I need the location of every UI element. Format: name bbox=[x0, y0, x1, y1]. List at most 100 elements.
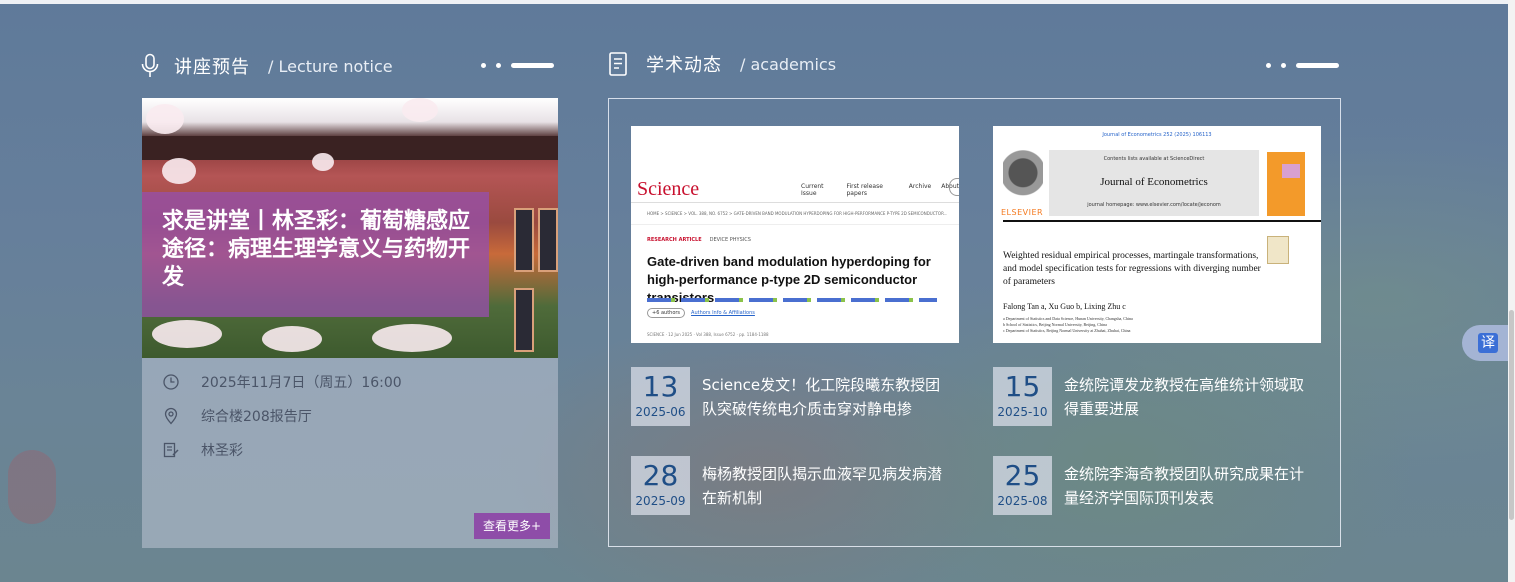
lecture-time-row: 2025年11月7日（周五）16:00 bbox=[162, 372, 402, 392]
scrollbar-thumb[interactable] bbox=[1509, 310, 1514, 520]
building-eave bbox=[142, 136, 558, 160]
journal-cover bbox=[1267, 152, 1305, 216]
science-footer: SCIENCE · 12 Jun 2025 · Vol 388, Issue 6… bbox=[647, 332, 769, 337]
clock-icon bbox=[163, 374, 179, 390]
econometrics-article-thumbnail[interactable]: Journal of Econometrics 252 (2025) 10611… bbox=[993, 126, 1321, 343]
carousel-dot[interactable] bbox=[1281, 63, 1286, 68]
news-day: 15 bbox=[1004, 370, 1041, 403]
university-seal bbox=[8, 450, 56, 524]
top-strip bbox=[0, 0, 1515, 4]
search-icon bbox=[949, 178, 959, 196]
news-date-badge: 25 2025-08 bbox=[993, 456, 1052, 515]
lecture-location-row: 综合楼208报告厅 bbox=[162, 406, 312, 426]
more-authors-button: +6 authors bbox=[647, 308, 686, 318]
news-item[interactable]: 15 2025-10 金统院谭发龙教授在高维统计领域取得重要进展 bbox=[993, 367, 1309, 426]
lecture-title-overlay: 求是讲堂丨林圣彩：葡萄糖感应途径：病理生理学意义与药物开发 bbox=[142, 192, 489, 317]
science-nav-item: Archive bbox=[908, 183, 932, 190]
news-title[interactable]: 金统院谭发龙教授在高维统计领域取得重要进展 bbox=[1064, 367, 1309, 426]
lecture-carousel-dots[interactable] bbox=[481, 63, 554, 68]
science-tag: RESEARCH ARTICLE bbox=[647, 237, 702, 243]
academics-carousel-dots[interactable] bbox=[1266, 63, 1339, 68]
academics-section-subtitle: / academics bbox=[740, 54, 837, 74]
lecture-location: 综合楼208报告厅 bbox=[201, 409, 312, 425]
news-item[interactable]: 13 2025-06 Science发文！化工院段曦东教授团队突破传统电介质击穿… bbox=[631, 367, 947, 426]
science-nav-item: First release papers bbox=[846, 183, 883, 197]
news-item[interactable]: 28 2025-09 梅杨教授团队揭示血液罕见病发病潜在新机制 bbox=[631, 456, 947, 515]
news-item[interactable]: 25 2025-08 金统院李海奇教授团队研究成果在计量经济学国际顶刊发表 bbox=[993, 456, 1309, 515]
econometrics-authors: Falong Tan a, Xu Guo b, Lixing Zhu c bbox=[1003, 302, 1126, 311]
translate-icon: 译 bbox=[1478, 333, 1498, 353]
blossom bbox=[312, 153, 334, 171]
lecture-speaker: 林圣彩 bbox=[201, 443, 243, 459]
science-tags: RESEARCH ARTICLE DEVICE PHYSICS bbox=[647, 237, 751, 243]
building-window bbox=[538, 208, 558, 272]
news-year-month: 2025-10 bbox=[997, 405, 1048, 419]
affiliation-line: c Department of Statistics, Beijing Norm… bbox=[1003, 328, 1131, 333]
news-date-badge: 13 2025-06 bbox=[631, 367, 690, 426]
lecture-section-title: 讲座预告 bbox=[174, 57, 250, 78]
news-date-badge: 28 2025-09 bbox=[631, 456, 690, 515]
news-title[interactable]: Science发文！化工院段曦东教授团队突破传统电介质击穿对静电掺 bbox=[702, 367, 947, 426]
translate-button[interactable]: 译 bbox=[1462, 325, 1508, 361]
lecture-time: 2025年11月7日（周五）16:00 bbox=[201, 375, 402, 391]
news-year-month: 2025-09 bbox=[635, 494, 686, 508]
edit-note-icon bbox=[163, 442, 179, 458]
journal-banner: Contents lists available at ScienceDirec… bbox=[1049, 150, 1259, 216]
divider bbox=[631, 202, 959, 203]
scrollbar-track[interactable] bbox=[1508, 0, 1515, 582]
econometrics-headline: Weighted residual empirical processes, m… bbox=[1003, 251, 1261, 287]
academics-panel: Science Current Issue First release pape… bbox=[608, 98, 1341, 547]
econometrics-affiliations: a Department of Statistics and Data Scie… bbox=[1003, 316, 1133, 334]
elsevier-tree-logo bbox=[1003, 148, 1043, 210]
document-icon bbox=[609, 52, 627, 76]
news-year-month: 2025-06 bbox=[635, 405, 686, 419]
journal-citation: Journal of Econometrics 252 (2025) 10611… bbox=[1102, 132, 1212, 138]
news-title[interactable]: 金统院李海奇教授团队研究成果在计量经济学国际顶刊发表 bbox=[1064, 456, 1309, 515]
carousel-dot-active[interactable] bbox=[1296, 63, 1339, 68]
check-updates-badge bbox=[1267, 236, 1289, 264]
building-window bbox=[514, 288, 534, 352]
carousel-dot[interactable] bbox=[496, 63, 501, 68]
news-date-badge: 15 2025-10 bbox=[993, 367, 1052, 426]
view-more-button[interactable]: 查看更多+ bbox=[474, 513, 550, 539]
divider bbox=[631, 224, 959, 225]
blossom bbox=[146, 104, 184, 134]
science-tag: DEVICE PHYSICS bbox=[709, 237, 751, 243]
blossom bbox=[162, 158, 196, 184]
science-breadcrumb: HOME > SCIENCE > VOL. 388, NO. 6752 > GA… bbox=[647, 211, 947, 216]
science-logo: Science bbox=[637, 178, 700, 200]
divider bbox=[1003, 220, 1321, 222]
lecture-header: 讲座预告 / Lecture notice bbox=[140, 53, 393, 79]
news-day: 13 bbox=[642, 370, 679, 403]
journal-homepage: journal homepage: www.elsevier.com/locat… bbox=[1087, 202, 1221, 208]
science-author-list bbox=[647, 298, 937, 302]
blossom bbox=[152, 320, 222, 348]
science-article-thumbnail[interactable]: Science Current Issue First release pape… bbox=[631, 126, 959, 343]
carousel-dot[interactable] bbox=[481, 63, 486, 68]
news-day: 28 bbox=[642, 459, 679, 492]
academics-section-title: 学术动态 bbox=[646, 55, 722, 76]
news-title[interactable]: 梅杨教授团队揭示血液罕见病发病潜在新机制 bbox=[702, 456, 947, 515]
building-window bbox=[514, 208, 534, 272]
blossom bbox=[402, 98, 438, 122]
science-nav: Current Issue First release papers Archi… bbox=[801, 183, 959, 197]
page-root: 讲座预告 / Lecture notice 求是讲堂丨林圣彩：葡萄糖感应途径：病… bbox=[0, 0, 1515, 582]
microphone-icon bbox=[141, 53, 159, 77]
carousel-dot[interactable] bbox=[1266, 63, 1271, 68]
carousel-dot-active[interactable] bbox=[511, 63, 554, 68]
location-pin-icon bbox=[164, 407, 178, 425]
science-authors-row: +6 authors Authors Info & Affiliations bbox=[647, 308, 755, 318]
lecture-section-subtitle: / Lecture notice bbox=[268, 56, 393, 76]
cover-graphic bbox=[1282, 164, 1300, 178]
blossom bbox=[262, 326, 322, 352]
journal-name: Journal of Econometrics bbox=[1100, 176, 1208, 188]
lecture-image: 求是讲堂丨林圣彩：葡萄糖感应途径：病理生理学意义与药物开发 bbox=[142, 98, 558, 358]
blossom bbox=[372, 324, 452, 352]
lecture-card-title[interactable]: 求是讲堂丨林圣彩：葡萄糖感应途径：病理生理学意义与药物开发 bbox=[162, 208, 472, 292]
news-year-month: 2025-08 bbox=[997, 494, 1048, 508]
journal-contents-line: Contents lists available at ScienceDirec… bbox=[1103, 156, 1205, 162]
elsevier-wordmark: ELSEVIER bbox=[1001, 208, 1044, 217]
lecture-speaker-row: 林圣彩 bbox=[162, 440, 243, 460]
authors-info-link: Authors Info & Affiliations bbox=[691, 310, 755, 316]
lecture-card[interactable]: 求是讲堂丨林圣彩：葡萄糖感应途径：病理生理学意义与药物开发 2025年11月7日… bbox=[142, 98, 558, 548]
